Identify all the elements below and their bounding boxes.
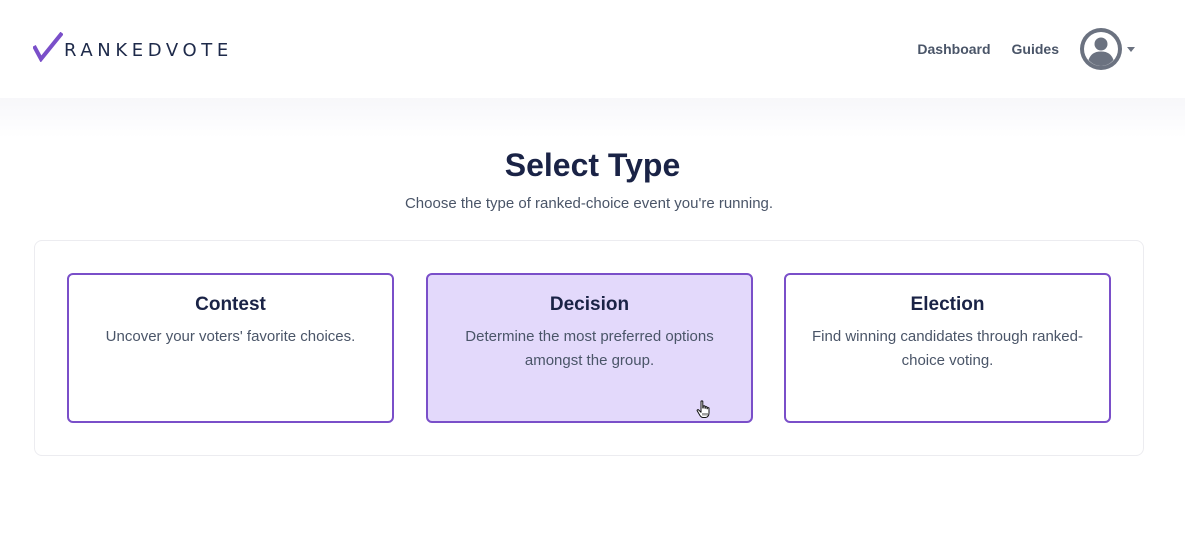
type-card-description: Find winning candidates through ranked-c… bbox=[811, 328, 1083, 369]
hand-pointer-cursor-icon bbox=[696, 400, 712, 425]
brand-name: RANKEDVOTE bbox=[64, 40, 233, 61]
avatar[interactable] bbox=[1080, 28, 1122, 70]
type-card-title: Contest bbox=[195, 294, 266, 315]
type-card-description: Determine the most preferred options amo… bbox=[465, 328, 714, 369]
page-subtitle: Choose the type of ranked-choice event y… bbox=[404, 195, 774, 212]
type-card-contest[interactable]: Contest Uncover your voters' favorite ch… bbox=[67, 273, 394, 423]
user-avatar-icon bbox=[1084, 32, 1118, 66]
type-card-title: Decision bbox=[549, 294, 630, 315]
type-card-title: Election bbox=[910, 294, 985, 315]
checkmark-icon bbox=[33, 32, 63, 62]
top-navbar: RANKEDVOTE Dashboard Guides bbox=[0, 0, 1185, 98]
user-menu-toggle[interactable] bbox=[1080, 28, 1135, 70]
page-title: Select Type bbox=[504, 147, 681, 183]
nav-menu: Dashboard Guides bbox=[917, 28, 1135, 70]
rankedvote-logo[interactable]: RANKEDVOTE bbox=[33, 30, 233, 62]
type-card-election[interactable]: Election Find winning candidates through… bbox=[784, 273, 1111, 423]
nav-guides-link[interactable]: Guides bbox=[1012, 41, 1059, 57]
chevron-down-icon bbox=[1127, 46, 1135, 52]
nav-dashboard-link[interactable]: Dashboard bbox=[917, 41, 990, 57]
type-card-description: Uncover your voters' favorite choices. bbox=[105, 328, 356, 345]
